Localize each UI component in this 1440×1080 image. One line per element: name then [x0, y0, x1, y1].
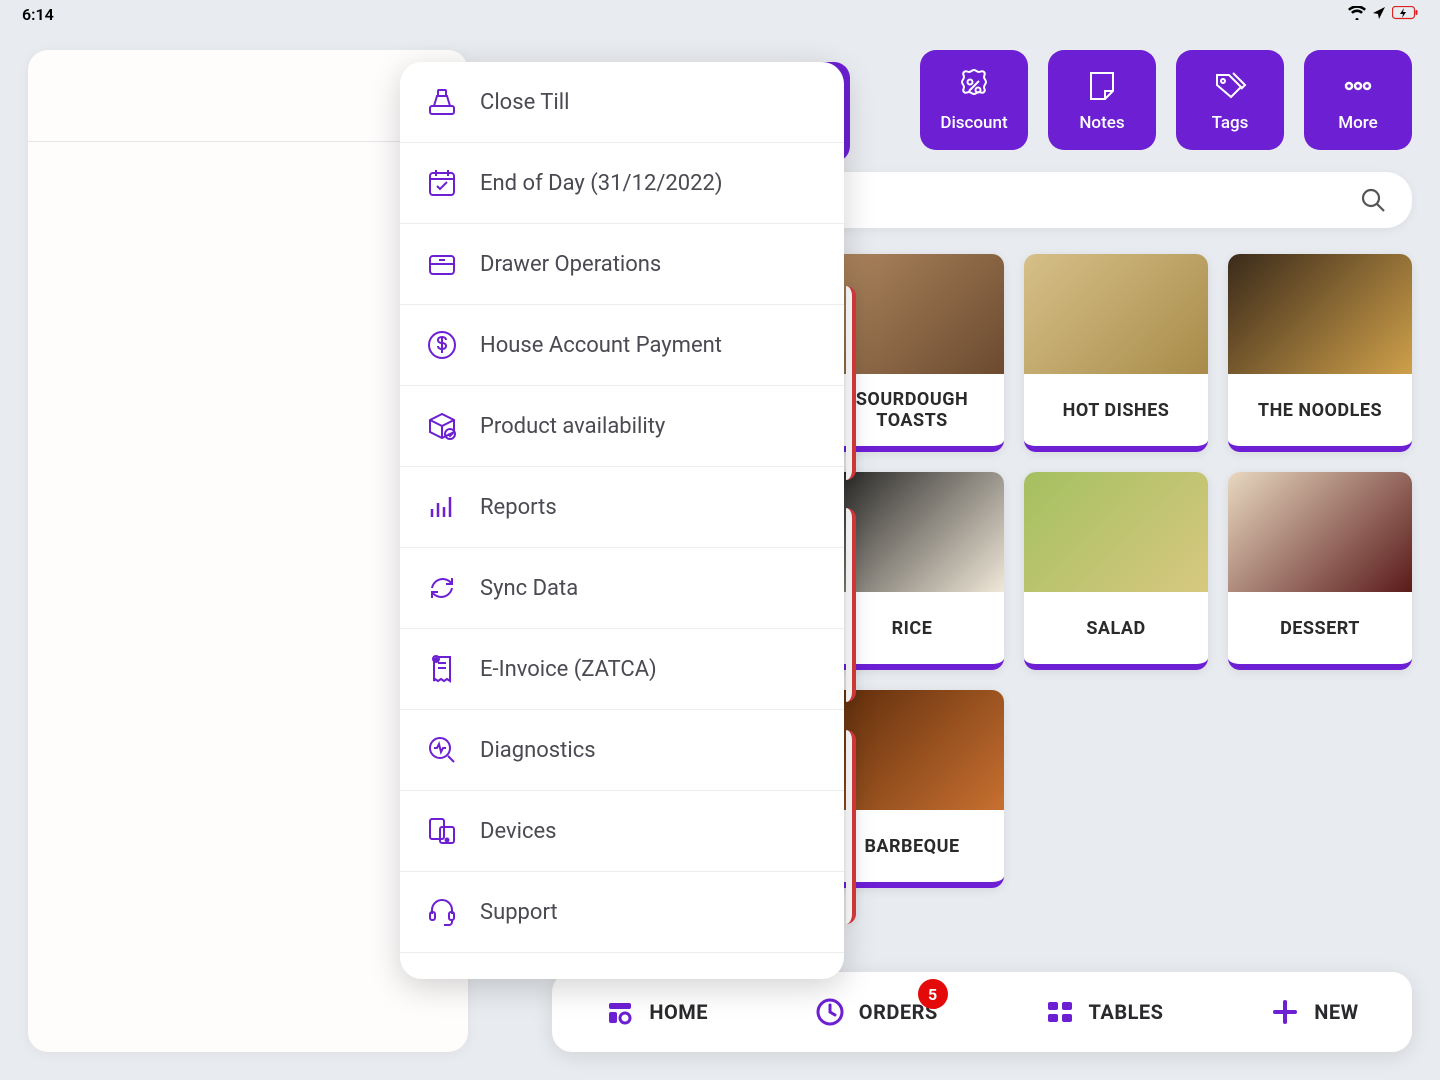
battery-charging-icon: [1392, 5, 1418, 24]
notes-button[interactable]: Notes: [1048, 50, 1156, 150]
menu-label: Close Till: [480, 90, 569, 115]
product-card-dessert[interactable]: DESSERT: [1228, 472, 1412, 670]
discount-button[interactable]: Discount: [920, 50, 1028, 150]
nav-new-label: NEW: [1314, 1000, 1358, 1024]
product-image: [1024, 472, 1208, 592]
menu-reports[interactable]: Reports: [400, 467, 844, 548]
product-card-salad[interactable]: SALAD: [1024, 472, 1208, 670]
box-icon: [426, 410, 458, 442]
invoice-icon: e: [426, 653, 458, 685]
more-menu-popup: Close Till End of Day (31/12/2022) Drawe…: [400, 62, 844, 979]
hidden-card-sliver: [846, 730, 856, 924]
menu-label: Diagnostics: [480, 738, 596, 763]
dollar-icon: [426, 329, 458, 361]
support-icon: [426, 896, 458, 928]
drawer-icon: [426, 248, 458, 280]
nav-orders[interactable]: ORDERS 5: [815, 997, 938, 1027]
product-image: [1024, 254, 1208, 374]
menu-drawer-operations[interactable]: Drawer Operations: [400, 224, 844, 305]
diagnostics-icon: [426, 734, 458, 766]
till-icon: [426, 86, 458, 118]
menu-support[interactable]: Support: [400, 872, 844, 953]
tags-button[interactable]: Tags: [1176, 50, 1284, 150]
clock-time: 6:14: [22, 5, 54, 24]
notes-label: Notes: [1079, 113, 1124, 133]
menu-sync-data[interactable]: Sync Data: [400, 548, 844, 629]
clock-icon: [815, 997, 845, 1027]
product-name: THE NOODLES: [1228, 374, 1412, 446]
menu-label: Sync Data: [480, 576, 578, 601]
bottom-nav: HOME ORDERS 5 TABLES NEW: [552, 972, 1412, 1052]
tables-icon: [1045, 997, 1075, 1027]
menu-label: Drawer Operations: [480, 252, 661, 277]
menu-label: House Account Payment: [480, 333, 722, 358]
hidden-card-sliver: [846, 508, 856, 702]
reports-icon: [426, 491, 458, 523]
calendar-icon: [426, 167, 458, 199]
nav-new[interactable]: NEW: [1270, 997, 1358, 1027]
menu-label: E-Invoice (ZATCA): [480, 657, 657, 682]
orders-badge: 5: [918, 979, 948, 1009]
nav-home-label: HOME: [649, 1000, 708, 1024]
menu-house-account[interactable]: House Account Payment: [400, 305, 844, 386]
nav-home[interactable]: HOME: [605, 997, 708, 1027]
product-card-hot-dishes[interactable]: HOT DISHES: [1024, 254, 1208, 452]
menu-end-of-day[interactable]: End of Day (31/12/2022): [400, 143, 844, 224]
devices-icon: [426, 815, 458, 847]
menu-label: End of Day (31/12/2022): [480, 171, 723, 196]
menu-label: Devices: [480, 819, 557, 844]
more-icon: [1339, 67, 1377, 105]
product-image: [1228, 254, 1412, 374]
product-image: [1228, 472, 1412, 592]
menu-product-availability[interactable]: Product availability: [400, 386, 844, 467]
tags-icon: [1211, 67, 1249, 105]
menu-overflow-hint: [400, 953, 844, 979]
discount-label: Discount: [940, 113, 1007, 133]
more-button[interactable]: More: [1304, 50, 1412, 150]
notes-icon: [1083, 67, 1121, 105]
menu-label: Product availability: [480, 414, 665, 439]
nav-tables[interactable]: TABLES: [1045, 997, 1164, 1027]
menu-close-till[interactable]: Close Till: [400, 62, 844, 143]
menu-einvoice[interactable]: e E-Invoice (ZATCA): [400, 629, 844, 710]
product-name: HOT DISHES: [1024, 374, 1208, 446]
svg-text:e: e: [435, 657, 438, 663]
hidden-card-sliver: [846, 286, 856, 480]
search-icon: [1360, 187, 1386, 213]
menu-label: Reports: [480, 495, 557, 520]
tags-label: Tags: [1212, 113, 1249, 133]
product-card-noodles[interactable]: THE NOODLES: [1228, 254, 1412, 452]
menu-diagnostics[interactable]: Diagnostics: [400, 710, 844, 791]
home-icon: [605, 997, 635, 1027]
status-bar: 6:14: [0, 0, 1440, 28]
product-name: SALAD: [1024, 592, 1208, 664]
location-icon: [1372, 5, 1386, 24]
menu-label: Support: [480, 900, 558, 925]
product-name: DESSERT: [1228, 592, 1412, 664]
plus-icon: [1270, 997, 1300, 1027]
nav-tables-label: TABLES: [1089, 1000, 1164, 1024]
sync-icon: [426, 572, 458, 604]
more-label: More: [1338, 113, 1377, 133]
discount-icon: [955, 67, 993, 105]
menu-devices[interactable]: Devices: [400, 791, 844, 872]
wifi-icon: [1348, 5, 1366, 24]
